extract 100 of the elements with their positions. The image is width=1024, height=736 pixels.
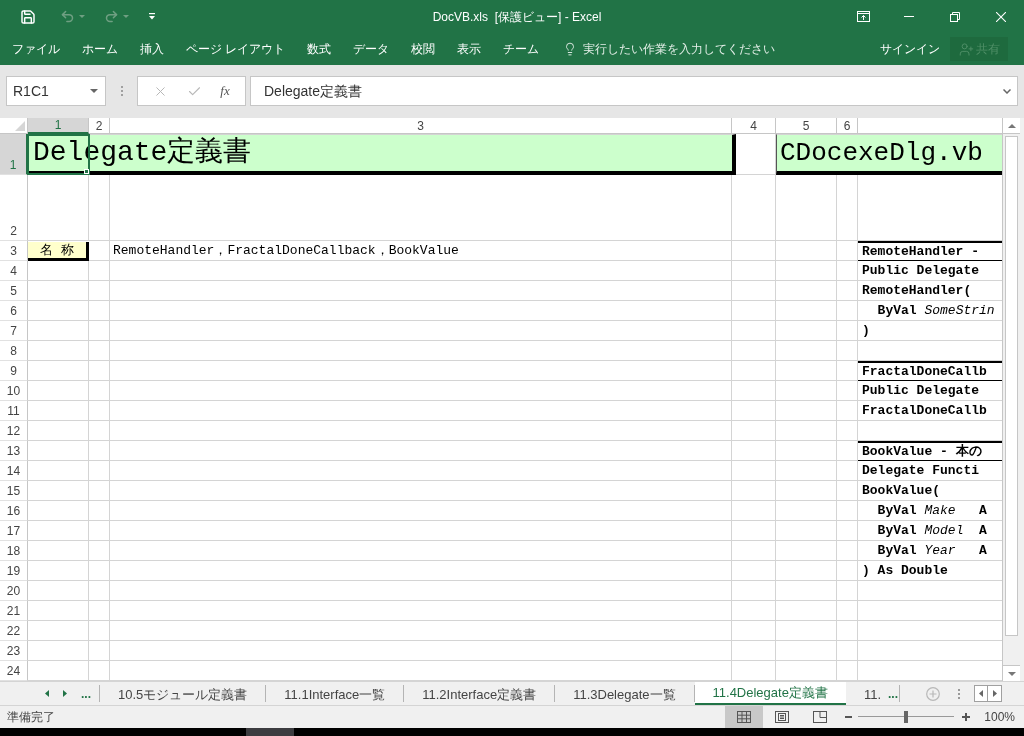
empty-cell[interactable] (110, 621, 732, 641)
empty-cell[interactable] (776, 175, 837, 241)
empty-cell[interactable] (837, 175, 858, 241)
empty-cell[interactable] (732, 641, 776, 661)
empty-cell[interactable] (89, 441, 110, 461)
empty-cell[interactable] (732, 241, 776, 261)
empty-cell[interactable] (732, 501, 776, 521)
empty-cell[interactable] (776, 421, 837, 441)
empty-cell[interactable] (732, 361, 776, 381)
empty-cell[interactable] (776, 481, 837, 501)
empty-cell[interactable] (732, 481, 776, 501)
empty-cell[interactable] (837, 461, 858, 481)
more-sheets-button[interactable]: ... (888, 682, 899, 705)
empty-cell[interactable] (89, 481, 110, 501)
empty-cell[interactable] (110, 321, 732, 341)
column-header[interactable]: 2 (89, 118, 110, 134)
more-sheets-button[interactable]: ... (81, 684, 91, 703)
empty-cell[interactable] (732, 301, 776, 321)
scrollbar-thumb[interactable] (1005, 136, 1018, 636)
empty-cell[interactable] (732, 261, 776, 281)
empty-cell[interactable] (110, 361, 732, 381)
empty-cell[interactable] (110, 175, 732, 241)
empty-cell[interactable] (89, 421, 110, 441)
empty-cell[interactable] (89, 341, 110, 361)
empty-cell[interactable] (837, 401, 858, 421)
empty-cell[interactable] (776, 401, 837, 421)
row-header[interactable]: 19 (0, 561, 28, 581)
empty-cell[interactable] (732, 421, 776, 441)
empty-cell[interactable] (732, 175, 776, 241)
formula-input[interactable]: Delegate定義書 (250, 76, 1018, 106)
empty-cell[interactable] (732, 281, 776, 301)
empty-cell[interactable] (732, 321, 776, 341)
empty-cell[interactable] (89, 261, 110, 281)
empty-cell[interactable] (110, 641, 732, 661)
empty-cell[interactable] (110, 581, 732, 601)
empty-cell[interactable] (89, 621, 110, 641)
row-header[interactable]: 7 (0, 321, 28, 341)
empty-cell[interactable] (837, 381, 858, 401)
empty-cell[interactable] (837, 501, 858, 521)
empty-cell[interactable] (110, 441, 732, 461)
ribbon-tab[interactable]: チーム (503, 40, 540, 58)
empty-cell[interactable] (837, 301, 858, 321)
empty-cell[interactable] (89, 541, 110, 561)
empty-cell[interactable] (837, 321, 858, 341)
empty-cell[interactable] (837, 341, 858, 361)
view-button[interactable] (725, 706, 764, 728)
sheet-tab[interactable]: 11.4Delegate定義書 (694, 682, 846, 705)
empty-cell[interactable] (89, 361, 110, 381)
scroll-down-button[interactable] (1003, 665, 1020, 681)
ribbon-tab[interactable]: 表示 (457, 40, 482, 58)
row-header[interactable]: 16 (0, 501, 28, 521)
empty-cell[interactable] (776, 441, 837, 461)
sheet-tab[interactable]: 11.1Interface一覧 (266, 685, 405, 702)
column-header[interactable]: 1 (28, 118, 89, 134)
grid-cell[interactable]: RemoteHandler，FractalDoneCallback，BookValue (110, 241, 732, 261)
vertical-scrollbar[interactable] (1002, 118, 1020, 681)
column-header[interactable]: 6 (837, 118, 858, 134)
empty-cell[interactable] (776, 341, 837, 361)
empty-cell[interactable] (776, 261, 837, 281)
empty-cell[interactable] (110, 561, 732, 581)
tell-me-field[interactable]: 実行したい作業を入力してください (563, 40, 776, 58)
empty-cell[interactable] (837, 581, 858, 601)
empty-cell[interactable] (110, 261, 732, 281)
sheet-tab[interactable]: 11.3Delegate一覧 (555, 685, 695, 702)
empty-cell[interactable] (89, 281, 110, 301)
empty-cell[interactable] (732, 341, 776, 361)
select-all-corner[interactable] (0, 118, 28, 134)
column-header[interactable]: 3 (110, 118, 732, 134)
empty-cell[interactable] (732, 541, 776, 561)
empty-cell[interactable] (89, 461, 110, 481)
empty-cell[interactable] (732, 401, 776, 421)
empty-cell[interactable] (110, 281, 732, 301)
ribbon-tab[interactable]: データ (353, 40, 390, 58)
row-header[interactable]: 10 (0, 381, 28, 401)
empty-cell[interactable] (89, 561, 110, 581)
row-header[interactable]: 9 (0, 361, 28, 381)
empty-cell[interactable] (89, 175, 110, 241)
empty-cell[interactable] (110, 301, 732, 321)
empty-cell[interactable] (89, 521, 110, 541)
ribbon-tab[interactable]: 数式 (307, 40, 332, 58)
row-header[interactable]: 23 (0, 641, 28, 661)
scroll-up-button[interactable] (1003, 118, 1020, 134)
empty-cell[interactable] (776, 501, 837, 521)
empty-cell[interactable] (89, 381, 110, 401)
ribbon-tab[interactable]: 校閲 (411, 40, 436, 58)
row-header[interactable]: 20 (0, 581, 28, 601)
column-header[interactable]: 5 (776, 118, 837, 134)
empty-cell[interactable] (732, 441, 776, 461)
zoom-slider[interactable] (858, 711, 955, 723)
empty-cell[interactable] (89, 301, 110, 321)
zoom-level[interactable]: 100% (984, 708, 1015, 726)
empty-cell[interactable] (732, 461, 776, 481)
row-header[interactable]: 5 (0, 281, 28, 301)
empty-cell[interactable] (837, 561, 858, 581)
row-header[interactable]: 6 (0, 301, 28, 321)
empty-cell[interactable] (776, 361, 837, 381)
insert-function-button[interactable]: fx (220, 81, 230, 101)
ribbon-tab[interactable]: ページ レイアウト (186, 40, 286, 58)
empty-cell[interactable] (110, 421, 732, 441)
empty-cell[interactable] (110, 501, 732, 521)
